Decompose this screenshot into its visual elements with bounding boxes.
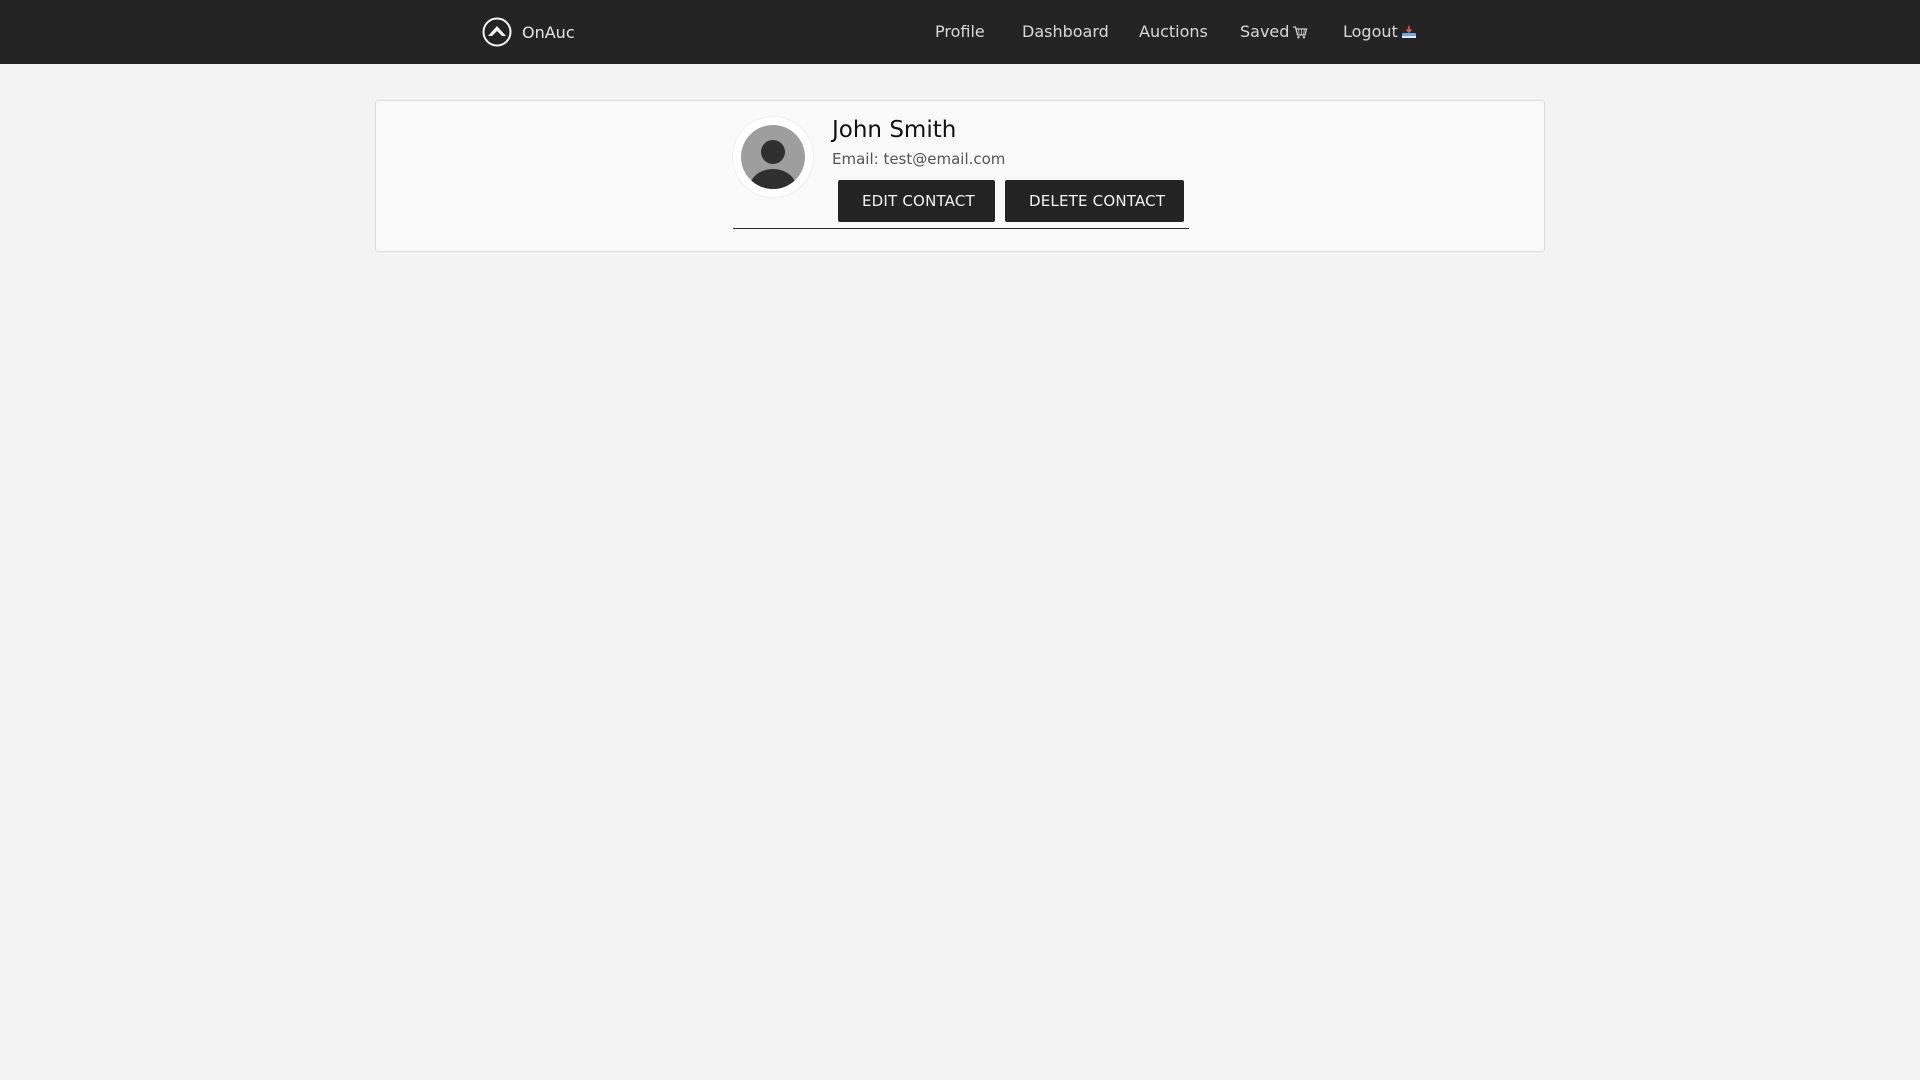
cart-icon — [1292, 24, 1308, 40]
contact-name: John Smith — [832, 117, 957, 143]
contact-card: John Smith Email: test@email.com EDIT CO… — [375, 100, 1545, 252]
nav-link-profile[interactable]: Profile — [935, 21, 985, 43]
contact-entry: John Smith Email: test@email.com EDIT CO… — [733, 117, 1189, 229]
edit-contact-button[interactable]: EDIT CONTACT — [838, 180, 995, 222]
avatar — [733, 117, 813, 197]
nav-link-label: Dashboard — [1022, 22, 1109, 41]
nav-link-auctions[interactable]: Auctions — [1139, 21, 1208, 43]
nav-link-dashboard[interactable]: Dashboard — [1022, 21, 1109, 43]
nav-link-saved[interactable]: Saved — [1240, 21, 1308, 43]
user-avatar-icon — [741, 125, 805, 189]
nav-link-label: Logout — [1343, 22, 1398, 41]
nav-link-label: Saved — [1240, 22, 1290, 41]
nav-link-label: Auctions — [1139, 22, 1208, 41]
nav-link-label: Profile — [935, 22, 985, 41]
nav-link-logout[interactable]: Logout — [1343, 21, 1417, 43]
nav-links: Profile Dashboard Auctions Saved Logout — [0, 0, 1920, 64]
top-navbar: OnAuc Profile Dashboard Auctions Saved L… — [0, 0, 1920, 64]
delete-contact-button[interactable]: DELETE CONTACT — [1005, 180, 1184, 222]
contact-email: Email: test@email.com — [832, 150, 1006, 168]
logout-icon — [1401, 24, 1417, 40]
